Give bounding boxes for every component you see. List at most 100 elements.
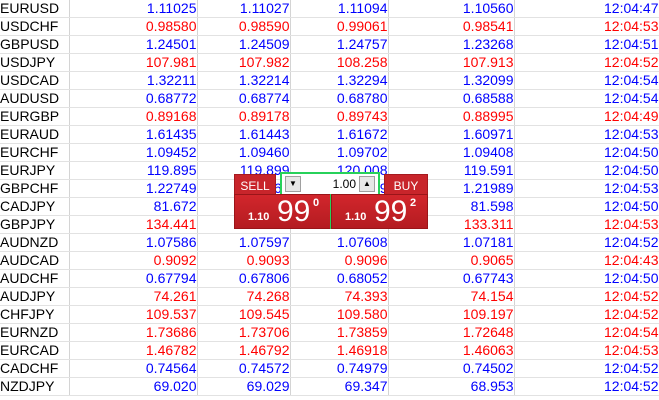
bid-cell: 74.261	[69, 287, 198, 306]
low-cell: 1.23268	[388, 35, 515, 54]
high-cell: 1.24757	[290, 35, 389, 54]
symbol-cell: AUDCAD	[0, 251, 70, 270]
symbol-cell: CADJPY	[0, 197, 70, 216]
bid-cell: 134.441	[69, 215, 198, 234]
symbol-cell: AUDCHF	[0, 269, 70, 288]
bid-cell: 0.98580	[69, 17, 198, 36]
bid-cell: 109.537	[69, 305, 198, 324]
low-cell: 0.67743	[388, 269, 515, 288]
quote-row[interactable]: EURCAD 1.46782 1.46792 1.46918 1.46063 12:04:…	[0, 341, 659, 360]
bid-cell: 107.981	[69, 53, 198, 72]
high-cell: 0.99061	[290, 17, 389, 36]
quote-row[interactable]: AUDUSD 0.68772 0.68774 0.68780 0.68588 12:04:…	[0, 89, 659, 108]
time-cell: 12:04:43	[514, 251, 659, 270]
ask-cell: 0.68774	[197, 89, 291, 108]
quote-row[interactable]: NZDJPY 69.020 69.029 69.347 68.953 12:04:52	[0, 377, 659, 396]
ask-cell: 0.74572	[197, 359, 291, 378]
buy-price-prefix: 1.10	[345, 211, 367, 223]
sell-price-button[interactable]: 1.10 99 0	[234, 194, 331, 229]
symbol-cell: CHFJPY	[0, 305, 70, 324]
high-cell: 1.61672	[290, 125, 389, 144]
high-cell: 1.11094	[290, 0, 389, 18]
low-cell: 68.953	[388, 377, 515, 396]
symbol-cell: USDCAD	[0, 71, 70, 90]
time-cell: 12:04:52	[514, 377, 659, 396]
quote-row[interactable]: GBPUSD 1.24501 1.24509 1.24757 1.23268 12:04:…	[0, 35, 659, 54]
quote-row[interactable]: USDCAD 1.32211 1.32214 1.32294 1.32099 12:04:…	[0, 71, 659, 90]
quote-row[interactable]: AUDCHF 0.67794 0.67806 0.68052 0.67743 12:04:…	[0, 269, 659, 288]
high-cell: 1.73859	[290, 323, 389, 342]
high-cell: 0.74979	[290, 359, 389, 378]
ask-cell: 0.9093	[197, 251, 291, 270]
symbol-cell: GBPJPY	[0, 215, 70, 234]
quote-row[interactable]: EURGBP 0.89168 0.89178 0.89743 0.88995 12:04:…	[0, 107, 659, 126]
symbol-cell: EURUSD	[0, 0, 70, 18]
sell-price-fraction: 0	[313, 197, 320, 209]
time-cell: 12:04:49	[514, 107, 659, 126]
ask-cell: 107.982	[197, 53, 291, 72]
low-cell: 1.32099	[388, 71, 515, 90]
time-cell: 12:04:50	[514, 197, 659, 216]
bid-cell: 0.89168	[69, 107, 198, 126]
quote-row[interactable]: CHFJPY 109.537 109.545 109.580 109.197 12:04:…	[0, 305, 659, 324]
symbol-cell: AUDNZD	[0, 233, 70, 252]
ask-cell: 1.61443	[197, 125, 291, 144]
time-cell: 12:04:52	[514, 53, 659, 72]
bid-cell: 1.22749	[69, 179, 198, 198]
quote-row[interactable]: CADCHF 0.74564 0.74572 0.74979 0.74502 12:04:…	[0, 359, 659, 378]
quote-row[interactable]: EURAUD 1.61435 1.61443 1.61672 1.60971 12:04:…	[0, 125, 659, 144]
symbol-cell: NZDJPY	[0, 377, 70, 396]
time-cell: 12:04:50	[514, 269, 659, 288]
time-cell: 12:04:54	[514, 89, 659, 108]
quote-row[interactable]: EURNZD 1.73686 1.73706 1.73859 1.72648 12:04:…	[0, 323, 659, 342]
quote-row[interactable]: USDJPY 107.981 107.982 108.258 107.913 12:04:…	[0, 53, 659, 72]
time-cell: 12:04:53	[514, 179, 659, 198]
high-cell: 1.32294	[290, 71, 389, 90]
high-cell: 1.07608	[290, 233, 389, 252]
low-cell: 0.98541	[388, 17, 515, 36]
low-cell: 1.09408	[388, 143, 515, 162]
high-cell: 1.09702	[290, 143, 389, 162]
low-cell: 74.154	[388, 287, 515, 306]
low-cell: 109.197	[388, 305, 515, 324]
high-cell: 109.580	[290, 305, 389, 324]
time-cell: 12:04:50	[514, 143, 659, 162]
time-cell: 12:04:52	[514, 305, 659, 324]
sell-button[interactable]: SELL	[234, 174, 276, 196]
ask-cell: 69.029	[197, 377, 291, 396]
time-cell: 12:04:53	[514, 215, 659, 234]
quote-row[interactable]: AUDJPY 74.261 74.268 74.393 74.154 12:04:52	[0, 287, 659, 306]
ask-cell: 1.09460	[197, 143, 291, 162]
bid-cell: 69.020	[69, 377, 198, 396]
symbol-cell: EURJPY	[0, 161, 70, 180]
quote-row[interactable]: AUDCAD 0.9092 0.9093 0.9096 0.9065 12:04:43	[0, 251, 659, 270]
ask-cell: 1.11027	[197, 0, 291, 18]
buy-button[interactable]: BUY	[384, 174, 428, 196]
quote-row[interactable]: EURUSD 1.11025 1.11027 1.11094 1.10560 12:04:…	[0, 0, 659, 18]
symbol-cell: AUDJPY	[0, 287, 70, 306]
low-cell: 0.68588	[388, 89, 515, 108]
quote-row[interactable]: EURCHF 1.09452 1.09460 1.09702 1.09408 12:04:…	[0, 143, 659, 162]
lot-decrease-icon[interactable]: ▼	[285, 176, 301, 192]
quote-row[interactable]: USDCHF 0.98580 0.98590 0.99061 0.98541 12:04:…	[0, 17, 659, 36]
time-cell: 12:04:52	[514, 233, 659, 252]
symbol-cell: EURCAD	[0, 341, 70, 360]
ask-cell: 0.67806	[197, 269, 291, 288]
time-cell: 12:04:51	[514, 35, 659, 54]
sell-price-prefix: 1.10	[248, 211, 270, 223]
ask-cell: 1.32214	[197, 71, 291, 90]
lot-size-stepper[interactable]: ▼ 1.00 ▲	[280, 172, 380, 196]
ask-cell: 1.73706	[197, 323, 291, 342]
lot-size-input[interactable]: 1.00	[302, 177, 356, 191]
bid-cell: 1.07586	[69, 233, 198, 252]
quote-row[interactable]: AUDNZD 1.07586 1.07597 1.07608 1.07181 12:04:…	[0, 233, 659, 252]
buy-price-button[interactable]: 1.10 99 2	[331, 194, 428, 229]
high-cell: 108.258	[290, 53, 389, 72]
bid-cell: 1.09452	[69, 143, 198, 162]
bid-cell: 1.73686	[69, 323, 198, 342]
lot-increase-icon[interactable]: ▲	[359, 176, 375, 192]
symbol-cell: GBPUSD	[0, 35, 70, 54]
bid-cell: 0.67794	[69, 269, 198, 288]
symbol-cell: EURAUD	[0, 125, 70, 144]
low-cell: 1.07181	[388, 233, 515, 252]
